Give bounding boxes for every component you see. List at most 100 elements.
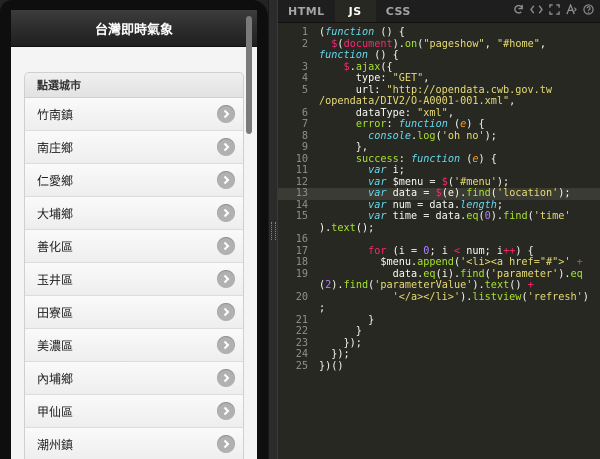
code-line[interactable]: 9 },: [278, 142, 600, 154]
code-token: time = data.: [386, 211, 467, 222]
code-token: function: [411, 153, 461, 165]
code-token: ) {: [478, 153, 497, 165]
tab-css[interactable]: CSS: [376, 0, 421, 22]
code-text: var num = data.length;: [315, 200, 600, 212]
refresh-icon[interactable]: [513, 4, 524, 18]
code-line[interactable]: 13 var data = $(e).find('location');: [278, 188, 600, 200]
code-line[interactable]: 2 $(document).on("pageshow", "#home",: [278, 39, 600, 51]
list-item[interactable]: 南庄鄉: [25, 131, 243, 164]
code-line[interactable]: ).text();: [278, 223, 600, 235]
splitter-grip[interactable]: [271, 222, 276, 240]
code-token: i;: [386, 165, 405, 176]
line-number: 7: [301, 119, 308, 130]
list-item-label: 內埔鄉: [37, 371, 74, 386]
code-token: text: [331, 222, 356, 234]
code-line[interactable]: 14 var num = data.length;: [278, 200, 600, 212]
list-item-label: 竹南鎮: [37, 107, 74, 122]
code-token: function: [325, 27, 375, 38]
code-line[interactable]: 1 (function () {: [278, 27, 600, 39]
code-token: +: [576, 257, 583, 268]
code-token: ) {: [515, 245, 534, 257]
list-item[interactable]: 善化區: [25, 230, 243, 263]
code-line[interactable]: 19 data.eq(i).find('parameter').eq: [278, 269, 600, 281]
code-text: for (i = 0; i < num; i++) {: [315, 246, 600, 258]
tab-js[interactable]: JS: [334, 0, 376, 22]
code-text: });: [315, 338, 600, 350]
code-token: function: [398, 119, 448, 130]
code-token: ,: [447, 107, 454, 119]
list-item[interactable]: 竹南鎮: [25, 98, 243, 131]
code-line[interactable]: 16: [278, 234, 600, 246]
pane-splitter[interactable]: [268, 0, 278, 459]
code-line[interactable]: 17 for (i = 0; i < num; i++) {: [278, 246, 600, 258]
code-token: length: [460, 199, 497, 211]
code-text: '</a></li>').listview('refresh'): [315, 292, 600, 304]
code-token: ) {: [466, 119, 485, 130]
code-token: ).: [490, 211, 504, 222]
code-token: })(): [319, 360, 344, 372]
line-number: 2: [301, 38, 308, 50]
code-line[interactable]: 7 error: function (e) {: [278, 119, 600, 131]
code-line[interactable]: 4 type: "GET",: [278, 73, 600, 85]
line-number: 22: [295, 326, 308, 337]
code-token: text: [484, 280, 510, 291]
code-token: ,: [423, 73, 430, 84]
line-number: 1: [301, 27, 308, 38]
list-item[interactable]: 美濃區: [25, 329, 243, 362]
code-token: ).: [319, 222, 332, 234]
code-line[interactable]: 11 var i;: [278, 165, 600, 177]
tab-html[interactable]: HTML: [278, 0, 335, 22]
code-token: eq: [570, 268, 583, 280]
code-token: eq: [423, 268, 436, 280]
code-token: (i =: [386, 245, 424, 257]
code-line[interactable]: 25})(): [278, 361, 600, 373]
code-line[interactable]: 12 var $menu = $('#menu');: [278, 177, 600, 189]
code-line[interactable]: 15 var time = data.eq(0).find('time': [278, 211, 600, 223]
code-icon[interactable]: [530, 4, 543, 18]
list-item[interactable]: 甲仙區: [25, 395, 243, 428]
code-line[interactable]: 21 }: [278, 315, 600, 327]
code-line[interactable]: /opendata/DIV2/O-A0001-001.xml",: [278, 96, 600, 108]
code-token: 'refresh': [527, 291, 583, 303]
code-text: data.eq(i).find('parameter').eq: [315, 269, 600, 281]
list-item[interactable]: 仁愛鄉: [25, 164, 243, 197]
code-line[interactable]: 3 $.ajax({: [278, 62, 600, 74]
code-line[interactable]: 6 dataType: "xml",: [278, 108, 600, 120]
code-line[interactable]: 24 });: [278, 349, 600, 361]
code-line[interactable]: (2).find('parameterValue').text() +: [278, 280, 600, 292]
code-line[interactable]: ;: [278, 303, 600, 315]
code-token: "#home": [496, 38, 540, 50]
chevron-right-icon: [217, 303, 235, 321]
code-token: ).: [472, 280, 485, 291]
editor-tabbar: HTML JS CSS: [278, 0, 600, 23]
code-line[interactable]: 18 $menu.append('<li><a href="#">' +: [278, 257, 600, 269]
list-item[interactable]: 大埔鄉: [25, 197, 243, 230]
list-item[interactable]: 玉井區: [25, 263, 243, 296]
code-text: }: [315, 326, 600, 338]
expand-icon[interactable]: [549, 4, 560, 18]
code-line[interactable]: function () {: [278, 50, 600, 62]
code-line[interactable]: 22 }: [278, 326, 600, 338]
code-token: 'location': [496, 188, 559, 199]
format-icon[interactable]: [566, 3, 577, 18]
list-item[interactable]: 內埔鄉: [25, 362, 243, 395]
code-line[interactable]: 10 success: function (e) {: [278, 154, 600, 166]
code-line[interactable]: 8 console.log('oh no');: [278, 131, 600, 143]
code-line[interactable]: 20 '</a></li>').listview('refresh'): [278, 292, 600, 304]
line-number: 16: [295, 234, 308, 245]
code-line[interactable]: 23 });: [278, 338, 600, 350]
code-line[interactable]: 5 url: "http://opendata.cwb.gov.tw: [278, 85, 600, 97]
help-icon[interactable]: [583, 4, 594, 18]
code-text: var i;: [315, 165, 600, 177]
code-area[interactable]: 1 (function () {2 $(document).on("pagesho…: [278, 27, 600, 372]
line-number: 23: [295, 337, 308, 349]
preview-scrollbar[interactable]: [246, 16, 252, 134]
list-item[interactable]: 田寮區: [25, 296, 243, 329]
code-text: },: [315, 142, 600, 154]
code-token: (: [447, 119, 461, 130]
list-item[interactable]: 潮州鎮: [25, 428, 243, 459]
list-divider: 點選城市: [25, 73, 243, 98]
